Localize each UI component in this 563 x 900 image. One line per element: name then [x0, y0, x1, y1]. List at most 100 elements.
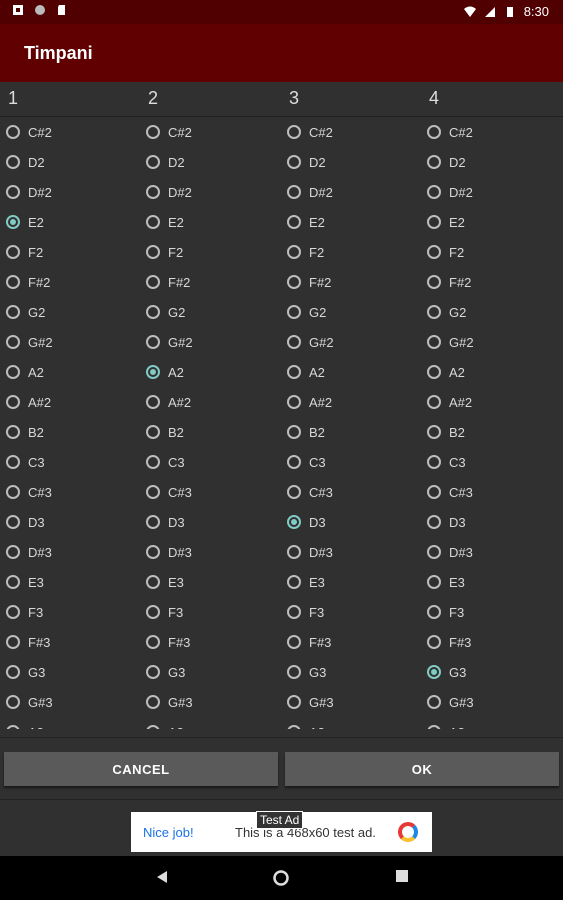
- radio-unchecked-icon[interactable]: [287, 275, 301, 289]
- note-option[interactable]: A#2: [6, 390, 51, 414]
- radio-unchecked-icon[interactable]: [427, 185, 441, 199]
- note-selection-grid[interactable]: C#2 D2 D#2 E2 F2 F#2 G2 G#2 A2 A#2 B2 C3 C#3 D3 D#3 E3 F…: [0, 117, 563, 729]
- note-option[interactable]: D2: [146, 150, 185, 174]
- radio-unchecked-icon[interactable]: [287, 545, 301, 559]
- note-option[interactable]: G#3: [146, 690, 193, 714]
- radio-unchecked-icon[interactable]: [427, 245, 441, 259]
- radio-unchecked-icon[interactable]: [6, 515, 20, 529]
- radio-unchecked-icon[interactable]: [146, 725, 160, 729]
- note-option[interactable]: D3: [146, 510, 185, 534]
- radio-unchecked-icon[interactable]: [427, 425, 441, 439]
- radio-unchecked-icon[interactable]: [6, 455, 20, 469]
- note-option[interactable]: F2: [427, 240, 464, 264]
- note-option[interactable]: D3: [427, 510, 466, 534]
- note-option[interactable]: G#2: [427, 330, 474, 354]
- note-option[interactable]: A3: [6, 720, 44, 729]
- note-option[interactable]: D#2: [427, 180, 473, 204]
- radio-unchecked-icon[interactable]: [6, 725, 20, 729]
- radio-unchecked-icon[interactable]: [146, 605, 160, 619]
- note-option[interactable]: D#2: [6, 180, 52, 204]
- radio-unchecked-icon[interactable]: [146, 665, 160, 679]
- note-option[interactable]: G3: [287, 660, 326, 684]
- note-option[interactable]: F#2: [146, 270, 190, 294]
- radio-unchecked-icon[interactable]: [287, 365, 301, 379]
- radio-unchecked-icon[interactable]: [146, 545, 160, 559]
- note-option[interactable]: F2: [6, 240, 43, 264]
- note-option[interactable]: D2: [427, 150, 466, 174]
- note-option[interactable]: A2: [146, 360, 184, 384]
- note-option[interactable]: F#2: [6, 270, 50, 294]
- radio-unchecked-icon[interactable]: [427, 515, 441, 529]
- radio-unchecked-icon[interactable]: [427, 155, 441, 169]
- radio-unchecked-icon[interactable]: [146, 335, 160, 349]
- back-icon[interactable]: [155, 870, 169, 884]
- note-option[interactable]: F#2: [287, 270, 331, 294]
- note-option[interactable]: F3: [146, 600, 183, 624]
- radio-unchecked-icon[interactable]: [146, 575, 160, 589]
- note-option[interactable]: F#3: [287, 630, 331, 654]
- note-option[interactable]: C#2: [427, 120, 473, 144]
- radio-unchecked-icon[interactable]: [287, 425, 301, 439]
- note-option[interactable]: A#2: [427, 390, 472, 414]
- note-option[interactable]: B2: [146, 420, 184, 444]
- note-option[interactable]: C3: [146, 450, 185, 474]
- note-option[interactable]: C#2: [6, 120, 52, 144]
- note-option[interactable]: E3: [287, 570, 325, 594]
- radio-unchecked-icon[interactable]: [427, 305, 441, 319]
- note-option[interactable]: G#3: [287, 690, 334, 714]
- radio-unchecked-icon[interactable]: [287, 485, 301, 499]
- radio-unchecked-icon[interactable]: [287, 455, 301, 469]
- cancel-button[interactable]: CANCEL: [4, 752, 278, 786]
- radio-unchecked-icon[interactable]: [146, 695, 160, 709]
- note-option[interactable]: A2: [6, 360, 44, 384]
- radio-unchecked-icon[interactable]: [427, 335, 441, 349]
- note-option[interactable]: F3: [287, 600, 324, 624]
- radio-unchecked-icon[interactable]: [427, 365, 441, 379]
- radio-unchecked-icon[interactable]: [287, 605, 301, 619]
- radio-unchecked-icon[interactable]: [427, 695, 441, 709]
- note-option[interactable]: B2: [6, 420, 44, 444]
- radio-unchecked-icon[interactable]: [146, 155, 160, 169]
- radio-unchecked-icon[interactable]: [6, 635, 20, 649]
- note-option[interactable]: G2: [6, 300, 45, 324]
- note-option[interactable]: F3: [6, 600, 43, 624]
- note-option[interactable]: A3: [427, 720, 465, 729]
- radio-checked-icon[interactable]: [146, 365, 160, 379]
- note-option[interactable]: D2: [6, 150, 45, 174]
- radio-unchecked-icon[interactable]: [427, 125, 441, 139]
- note-option[interactable]: F#2: [427, 270, 471, 294]
- note-option[interactable]: D3: [287, 510, 326, 534]
- radio-unchecked-icon[interactable]: [6, 275, 20, 289]
- radio-unchecked-icon[interactable]: [427, 455, 441, 469]
- radio-checked-icon[interactable]: [427, 665, 441, 679]
- note-option[interactable]: G#2: [6, 330, 53, 354]
- radio-unchecked-icon[interactable]: [287, 215, 301, 229]
- radio-unchecked-icon[interactable]: [6, 605, 20, 619]
- radio-unchecked-icon[interactable]: [6, 575, 20, 589]
- note-option[interactable]: E3: [427, 570, 465, 594]
- radio-unchecked-icon[interactable]: [427, 575, 441, 589]
- radio-checked-icon[interactable]: [287, 515, 301, 529]
- radio-unchecked-icon[interactable]: [287, 305, 301, 319]
- radio-unchecked-icon[interactable]: [427, 635, 441, 649]
- radio-unchecked-icon[interactable]: [427, 605, 441, 619]
- radio-unchecked-icon[interactable]: [287, 185, 301, 199]
- note-option[interactable]: B2: [427, 420, 465, 444]
- radio-unchecked-icon[interactable]: [146, 425, 160, 439]
- radio-unchecked-icon[interactable]: [6, 245, 20, 259]
- note-option[interactable]: E2: [287, 210, 325, 234]
- radio-unchecked-icon[interactable]: [6, 485, 20, 499]
- radio-unchecked-icon[interactable]: [287, 665, 301, 679]
- radio-unchecked-icon[interactable]: [6, 185, 20, 199]
- note-option[interactable]: G#3: [427, 690, 474, 714]
- radio-unchecked-icon[interactable]: [146, 395, 160, 409]
- note-option[interactable]: D#3: [6, 540, 52, 564]
- radio-unchecked-icon[interactable]: [146, 485, 160, 499]
- note-option[interactable]: F#3: [146, 630, 190, 654]
- radio-unchecked-icon[interactable]: [146, 245, 160, 259]
- radio-unchecked-icon[interactable]: [146, 305, 160, 319]
- radio-unchecked-icon[interactable]: [146, 275, 160, 289]
- note-option[interactable]: D#3: [146, 540, 192, 564]
- radio-unchecked-icon[interactable]: [6, 425, 20, 439]
- note-option[interactable]: A2: [427, 360, 465, 384]
